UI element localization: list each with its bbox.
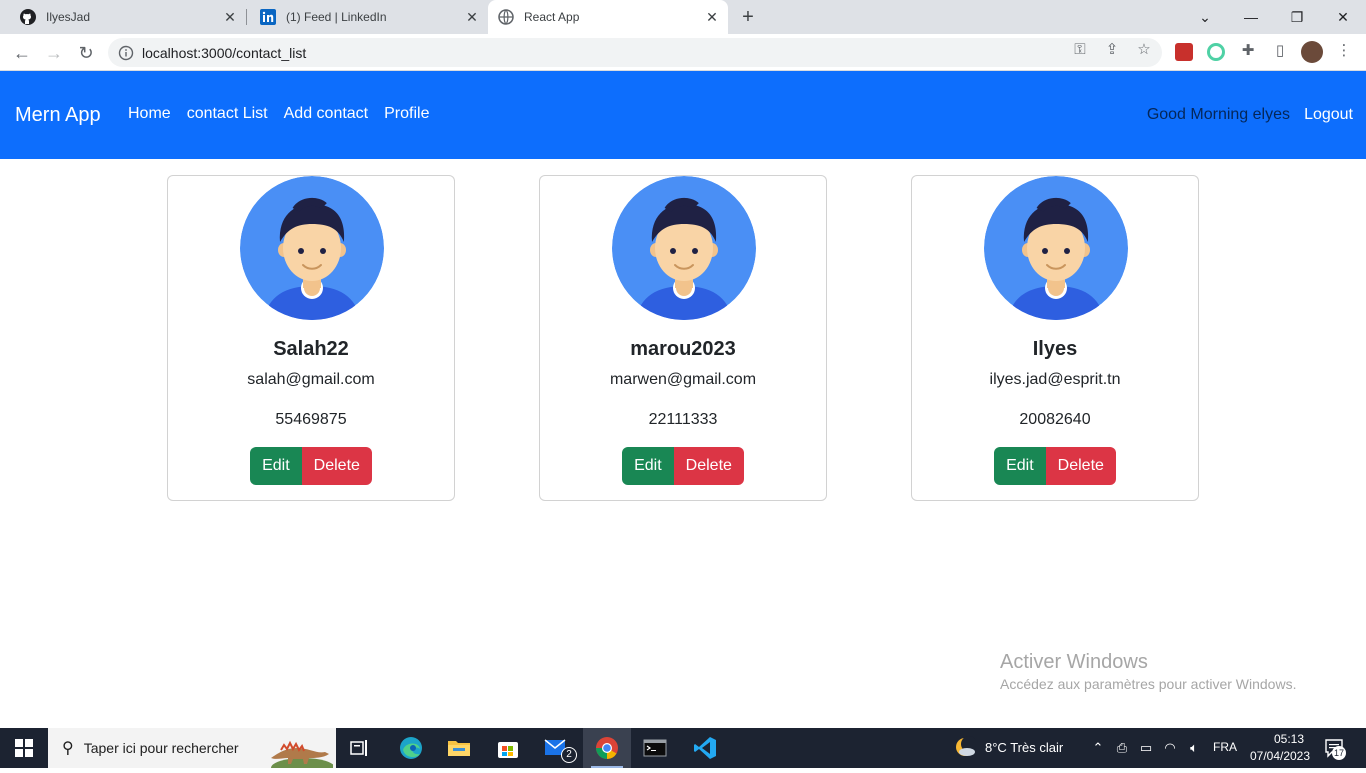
close-icon[interactable]: ✕ <box>704 9 720 25</box>
nav-link-contact-list[interactable]: contact List <box>179 105 276 123</box>
avatar-icon <box>612 176 756 320</box>
info-icon[interactable] <box>118 45 134 61</box>
tab-title: (1) Feed | LinkedIn <box>286 10 387 24</box>
contact-name: Salah22 <box>273 338 349 360</box>
edit-button[interactable]: Edit <box>250 447 302 485</box>
contact-phone: 22111333 <box>648 411 718 428</box>
extension-red-icon[interactable] <box>1175 43 1193 61</box>
notification-center-icon[interactable]: 17 <box>1324 738 1346 760</box>
logout-link[interactable]: Logout <box>1304 106 1353 124</box>
mail-icon[interactable]: 2 <box>533 728 581 768</box>
contact-name: Ilyes <box>1032 338 1078 360</box>
nav-link-home[interactable]: Home <box>120 105 179 123</box>
contact-email: ilyes.jad@esprit.tn <box>989 371 1121 388</box>
card-actions: Edit Delete <box>912 447 1198 485</box>
bookmark-star-icon[interactable]: ☆ <box>1135 41 1153 59</box>
minimize-icon[interactable]: — <box>1228 0 1274 34</box>
app-navbar: Mern App Home contact List Add contact P… <box>0 71 1366 159</box>
back-arrow-icon[interactable]: ← <box>10 41 34 65</box>
linkedin-icon <box>260 9 276 25</box>
card-actions: Edit Delete <box>540 447 826 485</box>
brand-link[interactable]: Mern App <box>15 104 101 127</box>
wifi-icon[interactable]: ◠ <box>1162 740 1178 756</box>
contact-email: marwen@gmail.com <box>609 371 757 388</box>
edge-icon[interactable] <box>387 728 435 768</box>
weather-text[interactable]: 8°C Très clair <box>985 740 1063 755</box>
nav-link-add-contact[interactable]: Add contact <box>276 105 377 123</box>
weather-moon-icon[interactable] <box>954 736 977 758</box>
tab-linkedin[interactable]: (1) Feed | LinkedIn ✕ <box>240 0 488 34</box>
new-tab-icon[interactable]: + <box>738 7 758 27</box>
mail-badge: 2 <box>561 747 577 763</box>
tab-github[interactable]: IlyesJad ✕ <box>0 0 246 34</box>
edit-button[interactable]: Edit <box>994 447 1046 485</box>
search-icon: ⚲ <box>62 740 74 757</box>
vscode-icon[interactable] <box>681 728 729 768</box>
globe-icon <box>498 9 514 25</box>
delete-button[interactable]: Delete <box>673 447 744 485</box>
language-indicator[interactable]: FRA <box>1213 740 1237 754</box>
browser-tabstrip: IlyesJad ✕ (1) Feed | LinkedIn ✕ React A… <box>0 0 1366 34</box>
tab-search-chevron-icon[interactable]: ⌄ <box>1182 0 1228 34</box>
close-icon[interactable]: ✕ <box>464 9 480 25</box>
delete-button[interactable]: Delete <box>301 447 372 485</box>
task-view-icon[interactable] <box>336 728 384 768</box>
edit-button[interactable]: Edit <box>622 447 674 485</box>
dinosaur-icon <box>263 734 335 773</box>
window-close-icon[interactable]: ✕ <box>1320 0 1366 34</box>
avatar-icon <box>240 176 384 320</box>
extension-green-icon[interactable] <box>1207 43 1225 61</box>
browser-toolbar: ← → ↻ localhost:3000/contact_list ⚿ ⇪ ☆ … <box>0 34 1366 71</box>
reload-icon[interactable]: ↻ <box>74 41 98 65</box>
windows-start-icon[interactable] <box>0 728 48 768</box>
greeting-text: Good Morning elyes <box>1146 106 1290 123</box>
activation-watermark-subtitle: Accédez aux paramètres pour activer Wind… <box>1000 676 1297 692</box>
address-bar[interactable]: localhost:3000/contact_list <box>108 38 1162 67</box>
clock-time[interactable]: 05:13 <box>1266 732 1312 746</box>
tab-react-app[interactable]: React App ✕ <box>488 0 728 34</box>
microsoft-store-icon[interactable] <box>484 728 532 768</box>
contact-name: marou2023 <box>630 338 736 360</box>
github-icon <box>20 9 36 25</box>
battery-icon[interactable]: ▭ <box>1138 740 1154 756</box>
menu-kebab-icon[interactable]: ⋮ <box>1335 42 1353 60</box>
tab-title: IlyesJad <box>46 10 91 24</box>
extensions-puzzle-icon[interactable]: ✚ <box>1239 42 1257 60</box>
avatar-icon <box>984 176 1128 320</box>
close-icon[interactable]: ✕ <box>222 9 238 25</box>
search-placeholder: Taper ici pour rechercher <box>83 740 239 756</box>
url-text: localhost:3000/contact_list <box>142 44 307 61</box>
contact-card: marou2023 marwen@gmail.com 22111333 Edit… <box>539 175 827 501</box>
forward-arrow-icon[interactable]: → <box>42 41 66 65</box>
restore-icon[interactable]: ❐ <box>1274 0 1320 34</box>
taskbar-search[interactable]: ⚲ Taper ici pour rechercher <box>48 728 336 773</box>
profile-avatar[interactable] <box>1301 41 1323 63</box>
delete-button[interactable]: Delete <box>1045 447 1116 485</box>
chevron-up-icon[interactable]: ⌃ <box>1090 740 1106 756</box>
file-explorer-icon[interactable] <box>435 728 483 768</box>
meet-now-icon[interactable]: ⎙ <box>1114 740 1130 756</box>
taskbar: ⚲ Taper ici pour rechercher 2 8°C Très c… <box>0 728 1366 773</box>
contact-card: Ilyes ilyes.jad@esprit.tn 20082640 Edit … <box>911 175 1199 501</box>
volume-icon[interactable]: 🔈︎ <box>1186 740 1202 756</box>
nav-links: Home contact List Add contact Profile <box>120 105 437 123</box>
contact-card: Salah22 salah@gmail.com 55469875 Edit De… <box>167 175 455 501</box>
side-panel-icon[interactable]: ▯ <box>1271 42 1289 60</box>
contact-phone: 55469875 <box>275 411 347 428</box>
notification-count: 17 <box>1332 746 1346 760</box>
nav-link-profile[interactable]: Profile <box>376 105 437 123</box>
contact-phone: 20082640 <box>1019 411 1091 428</box>
contact-email: salah@gmail.com <box>247 371 375 388</box>
clock-date[interactable]: 07/04/2023 <box>1248 749 1312 763</box>
key-icon[interactable]: ⚿ <box>1071 41 1089 59</box>
activation-watermark-title: Activer Windows <box>1000 651 1148 673</box>
chrome-icon[interactable] <box>583 728 631 768</box>
terminal-icon[interactable] <box>631 728 679 768</box>
card-actions: Edit Delete <box>168 447 454 485</box>
tab-title: React App <box>524 10 580 24</box>
share-icon[interactable]: ⇪ <box>1103 41 1121 59</box>
